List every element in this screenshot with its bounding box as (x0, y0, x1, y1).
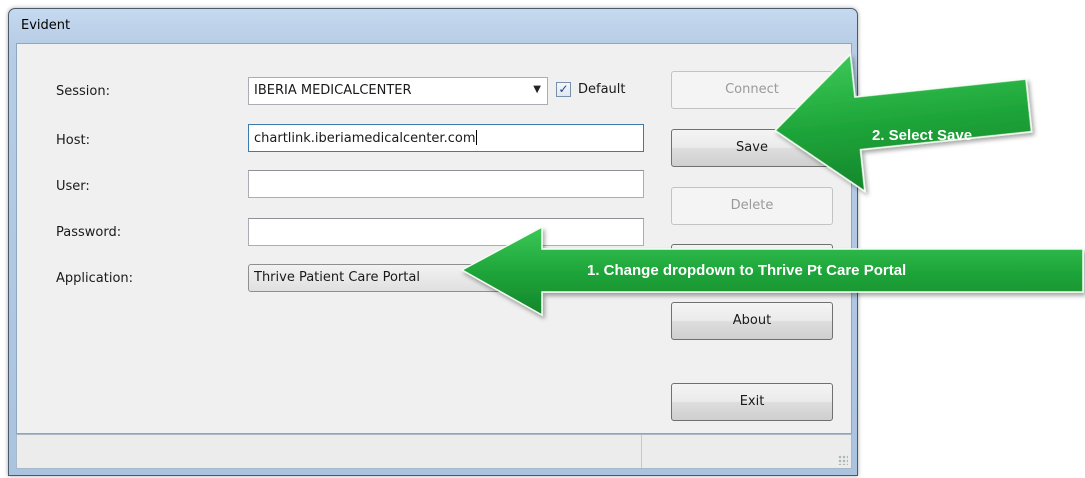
user-input[interactable] (248, 170, 644, 198)
host-input[interactable]: chartlink.iberiamedicalcenter.com (248, 124, 644, 152)
host-label: Host: (56, 133, 90, 148)
callout-step1-text: 1. Change dropdown to Thrive Pt Care Por… (587, 262, 907, 279)
callout-step2-text: 2. Select Save (872, 127, 973, 144)
application-label: Application: (56, 271, 134, 286)
session-label: Session: (56, 84, 110, 99)
exit-button[interactable]: Exit (671, 383, 833, 421)
connect-button[interactable]: Connect (671, 71, 833, 109)
dialog-client-area: Session: IBERIA MEDICALCENTER ▼ ✓ Defaul… (16, 43, 852, 434)
resize-grip-icon[interactable] (838, 455, 848, 465)
default-checkbox-label[interactable]: Default (578, 82, 626, 97)
evident-window: Evident Session: IBERIA MEDICALCENTER ▼ … (8, 8, 858, 476)
window-title: Evident (21, 18, 71, 33)
save-button[interactable]: Save (671, 129, 833, 167)
about-button[interactable]: About (671, 302, 833, 340)
status-divider (641, 435, 642, 468)
chevron-down-icon[interactable]: ▼ (533, 84, 541, 95)
session-value: IBERIA MEDICALCENTER (254, 83, 412, 98)
application-dropdown[interactable]: Thrive Patient Care Portal (248, 264, 548, 292)
host-value: chartlink.iberiamedicalcenter.com (254, 131, 476, 146)
password-input[interactable] (248, 218, 644, 246)
delete-button[interactable]: Delete (671, 187, 833, 225)
application-value: Thrive Patient Care Portal (254, 270, 420, 285)
status-bar (16, 434, 852, 469)
text-caret (476, 130, 478, 145)
password-label: Password: (56, 225, 122, 240)
default-checkbox[interactable]: ✓ (556, 82, 571, 97)
user-label: User: (56, 179, 90, 194)
session-dropdown[interactable]: IBERIA MEDICALCENTER ▼ (248, 77, 548, 105)
